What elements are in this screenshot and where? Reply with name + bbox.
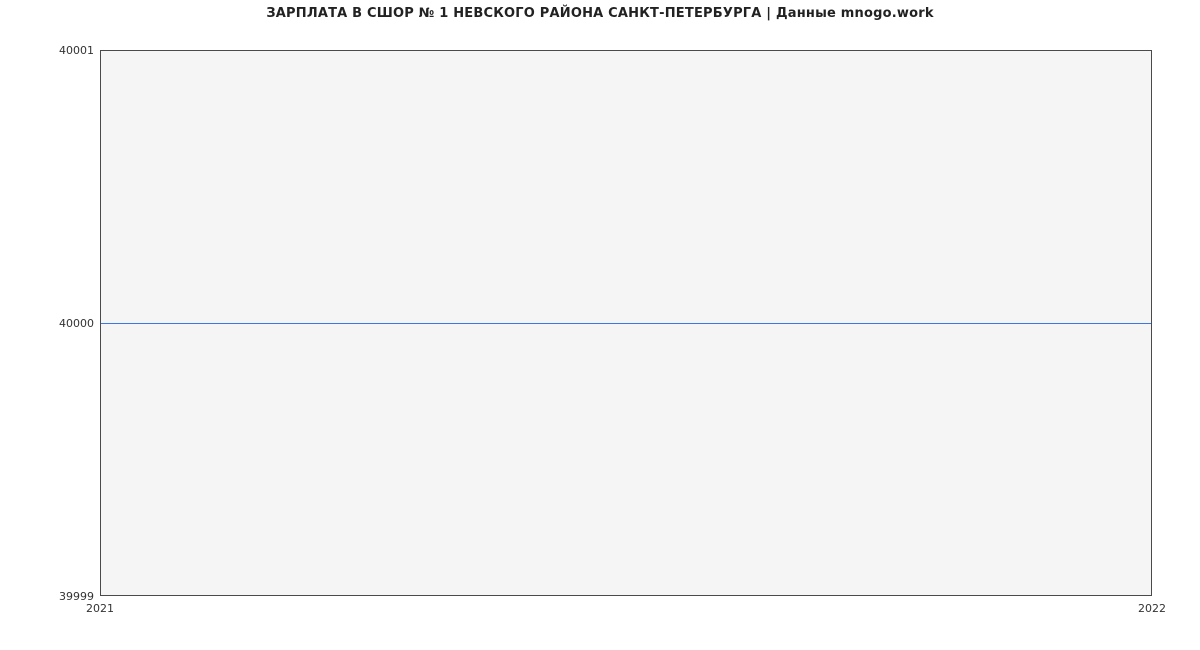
- y-tick-label: 40000: [4, 317, 94, 330]
- data-series-line: [101, 323, 1151, 324]
- chart-container: ЗАРПЛАТА В СШОР № 1 НЕВСКОГО РАЙОНА САНК…: [0, 0, 1200, 650]
- y-tick-label: 40001: [4, 44, 94, 57]
- x-tick-label: 2022: [1138, 602, 1166, 615]
- plot-area: [100, 50, 1152, 596]
- chart-title: ЗАРПЛАТА В СШОР № 1 НЕВСКОГО РАЙОНА САНК…: [0, 6, 1200, 21]
- x-tick-label: 2021: [86, 602, 114, 615]
- y-tick-label: 39999: [4, 590, 94, 603]
